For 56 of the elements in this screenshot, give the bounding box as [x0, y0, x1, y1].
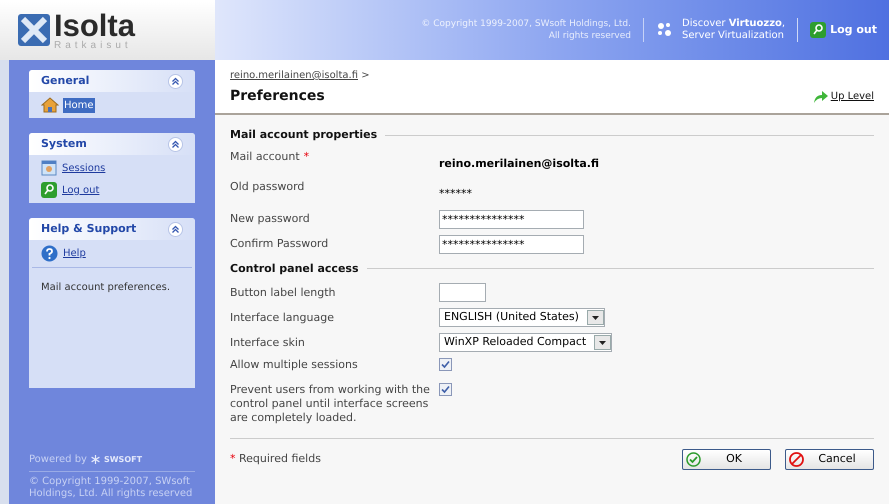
field-label: New password	[230, 212, 310, 225]
sidebar-copyright: © Copyright 1999-2007, SWsoft Holdings, Ltd. All rights reserved	[29, 475, 194, 500]
sidebar-link[interactable]: Log out	[61, 182, 100, 198]
page-title: Preferences	[230, 87, 326, 106]
breadcrumb-link[interactable]: reino.merilainen@isolta.fi	[230, 70, 358, 81]
dropdown[interactable]: ENGLISH (United States)	[439, 308, 605, 327]
copyright-text: © Copyright 1999-2007, SWsoft Holdings, Ltd. All rights reserved	[421, 18, 644, 42]
panel-title: Help & Support	[41, 220, 136, 237]
field-label: Prevent users from working with the control panel until interface screens are completely loaded.	[230, 383, 430, 424]
cancel-button[interactable]: Cancel	[785, 449, 874, 470]
required-note: Required fields	[239, 452, 321, 466]
required-mark: *	[230, 452, 236, 466]
sidebar-link[interactable]: Help	[62, 246, 87, 261]
section-heading: Mail account properties	[230, 127, 378, 143]
check-icon	[686, 452, 701, 467]
collapse-icon[interactable]	[168, 136, 183, 152]
field-label: Confirm Password	[230, 237, 328, 250]
sidebar-link[interactable]: Home	[63, 98, 95, 112]
up-arrow-icon	[812, 90, 829, 104]
powered-by-text: Powered by	[29, 453, 87, 467]
calendar-icon	[41, 160, 57, 176]
field-label: Button label length	[230, 286, 336, 298]
up-level-link[interactable]: Up Level	[830, 89, 874, 104]
help-icon	[41, 245, 58, 262]
snowflake-icon	[90, 455, 100, 464]
discover-link[interactable]: Discover Virtuozzo, Server Virtualization	[682, 18, 786, 42]
collapse-icon[interactable]	[168, 222, 183, 236]
house-icon	[41, 97, 59, 113]
field-label: Old password	[230, 180, 304, 192]
input-field[interactable]	[439, 283, 486, 302]
sidebar-link[interactable]: Sessions	[61, 160, 106, 176]
password-field[interactable]: ***************	[439, 210, 584, 228]
checkbox[interactable]	[439, 383, 452, 396]
section-heading: Control panel access	[230, 260, 359, 276]
panel-title: General	[41, 72, 90, 89]
logo-text: Isolta	[54, 10, 135, 40]
field-label: Mail account	[230, 150, 300, 162]
required-mark: *	[304, 150, 310, 162]
password-field[interactable]: ***************	[439, 234, 584, 254]
dropdown[interactable]: WinXP Reloaded Compact	[439, 333, 612, 352]
panel-note: Mail account preferences.	[41, 282, 170, 293]
field-value: reino.merilainen@isolta.fi	[439, 156, 600, 170]
field-label: Interface language	[230, 310, 334, 324]
field-label: Interface skin	[230, 336, 305, 348]
ok-button[interactable]: OK	[682, 449, 771, 470]
no-entry-icon	[789, 452, 804, 467]
logout-link[interactable]: Log out	[830, 22, 877, 38]
logo-icon	[18, 14, 50, 46]
logo-tagline: Ratkaisut	[54, 40, 133, 50]
collapse-icon[interactable]	[168, 74, 183, 88]
breadcrumb-separator: >	[361, 70, 370, 81]
vendor-logo: SWSOFT	[104, 454, 142, 466]
panel-title: System	[41, 136, 87, 152]
field-label: Allow multiple sessions	[230, 358, 358, 371]
field-value: ******	[439, 186, 472, 200]
checkbox[interactable]	[439, 358, 452, 371]
